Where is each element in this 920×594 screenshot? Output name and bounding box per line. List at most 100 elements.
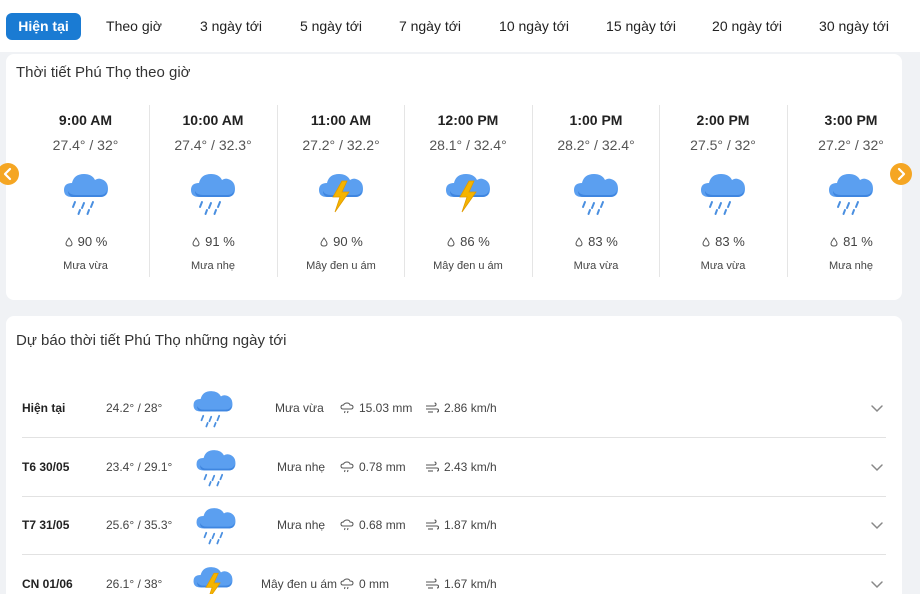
hour-description: Mây đen u ám xyxy=(306,260,376,272)
wind-icon xyxy=(425,402,439,414)
daily-row[interactable]: Hiện tại 24.2° / 28° Mưa vừa 15.03 mm 2.86 k… xyxy=(22,380,886,438)
hourly-item: 12:00 PM 28.1° / 32.4° 86 % Mây đen u ám xyxy=(404,105,531,277)
hourly-item: 11:00 AM 27.2° / 32.2° 90 % Mây đen u ám xyxy=(277,105,404,277)
tab-20-days[interactable]: 20 ngày tới xyxy=(703,13,791,40)
rain-cloud-icon xyxy=(193,501,239,547)
humidity-value: 86 % xyxy=(460,234,490,249)
thunder-cloud-icon xyxy=(442,167,494,217)
wind-value: 2.86 km/h xyxy=(444,401,497,415)
hour-temperature: 27.4° / 32° xyxy=(52,137,119,153)
hour-time: 11:00 AM xyxy=(310,112,372,128)
hour-description: Mưa nhẹ xyxy=(190,260,236,272)
hour-description: Mưa vừa xyxy=(63,260,108,272)
tab-current[interactable]: Hiện tại xyxy=(6,13,81,40)
prev-hour-button[interactable] xyxy=(0,163,19,185)
day-rainfall: 15.03 mm xyxy=(340,401,412,415)
day-description: Mưa nhẹ xyxy=(277,518,326,532)
forecast-tabs: Hiện tại Theo giờ 3 ngày tới 5 ngày tới … xyxy=(0,0,920,52)
wind-value: 1.67 km/h xyxy=(444,577,497,591)
hour-time: 3:00 PM xyxy=(824,112,878,128)
day-description: Mưa vừa xyxy=(275,401,324,415)
droplet-icon xyxy=(701,237,711,247)
chevron-down-icon[interactable] xyxy=(870,404,884,414)
daily-row[interactable]: CN 01/06 26.1° / 38° Mây đen u ám 0 mm 1.67 … xyxy=(22,556,886,594)
chevron-down-icon[interactable] xyxy=(870,521,884,531)
tab-3-days[interactable]: 3 ngày tới xyxy=(190,13,272,40)
humidity-value: 83 % xyxy=(715,234,745,249)
hour-humidity: 90 % xyxy=(278,234,404,249)
hour-description: Mưa nhẹ xyxy=(828,260,874,272)
tab-5-days[interactable]: 5 ngày tới xyxy=(290,13,372,40)
next-hour-button[interactable] xyxy=(890,163,912,185)
day-label: T7 31/05 xyxy=(22,518,70,532)
tab-30-days[interactable]: 30 ngày tới xyxy=(810,13,898,40)
rainfall-value: 15.03 mm xyxy=(359,401,413,415)
hour-temperature: 27.2° / 32.2° xyxy=(302,137,380,153)
rain-cloud-icon xyxy=(570,167,622,217)
tab-10-days[interactable]: 10 ngày tới xyxy=(490,13,578,40)
thunder-cloud-icon xyxy=(315,167,367,217)
day-label: CN 01/06 xyxy=(22,577,73,591)
rain-cloud-icon xyxy=(190,384,236,430)
hourly-item: 1:00 PM 28.2° / 32.4° 83 % Mưa vừa xyxy=(532,105,659,277)
chevron-right-icon xyxy=(897,167,906,181)
wind-value: 2.43 km/h xyxy=(444,460,497,474)
hour-temperature: 28.1° / 32.4° xyxy=(429,137,507,153)
hour-temperature: 27.4° / 32.3° xyxy=(174,137,252,153)
droplet-icon xyxy=(446,237,456,247)
rain-cloud-icon xyxy=(697,167,749,217)
wind-value: 1.87 km/h xyxy=(444,518,497,532)
day-wind: 1.87 km/h xyxy=(425,518,497,532)
droplet-icon xyxy=(574,237,584,247)
chevron-down-icon[interactable] xyxy=(870,463,884,473)
chevron-down-icon[interactable] xyxy=(870,580,884,590)
day-label: T6 30/05 xyxy=(22,460,70,474)
thunder-cloud-icon xyxy=(190,560,236,594)
hourly-item: 10:00 AM 27.4° / 32.3° 91 % Mưa nhẹ xyxy=(149,105,276,277)
hourly-item: 3:00 PM 27.2° / 32° 81 % Mưa nhẹ xyxy=(787,105,914,277)
day-wind: 2.86 km/h xyxy=(425,401,497,415)
daily-forecast-title: Dự báo thời tiết Phú Thọ những ngày tới xyxy=(16,332,287,349)
day-wind: 2.43 km/h xyxy=(425,460,497,474)
rain-cloud-icon xyxy=(825,167,877,217)
hour-time: 1:00 PM xyxy=(569,112,623,128)
wind-icon xyxy=(425,461,439,473)
rainfall-value: 0.78 mm xyxy=(359,460,406,474)
rainfall-value: 0 mm xyxy=(359,577,389,591)
day-temperature: 26.1° / 38° xyxy=(106,577,163,591)
rain-amount-icon xyxy=(340,519,354,531)
hourly-forecast-title: Thời tiết Phú Thọ theo giờ xyxy=(16,64,191,81)
tab-7-days[interactable]: 7 ngày tới xyxy=(389,13,471,40)
droplet-icon xyxy=(829,237,839,247)
chevron-left-icon xyxy=(3,167,12,181)
rain-amount-icon xyxy=(340,461,354,473)
droplet-icon xyxy=(319,237,329,247)
tab-hourly[interactable]: Theo giờ xyxy=(98,13,170,40)
hour-humidity: 83 % xyxy=(660,234,786,249)
rain-amount-icon xyxy=(340,578,354,590)
day-description: Mưa nhẹ xyxy=(277,460,326,474)
daily-row[interactable]: T6 30/05 23.4° / 29.1° Mưa nhẹ 0.78 mm 2.43 … xyxy=(22,439,886,497)
tab-15-days[interactable]: 15 ngày tới xyxy=(597,13,685,40)
daily-row[interactable]: T7 31/05 25.6° / 35.3° Mưa nhẹ 0.68 mm 1.87 … xyxy=(22,497,886,555)
droplet-icon xyxy=(191,237,201,247)
droplet-icon xyxy=(64,237,74,247)
day-wind: 1.67 km/h xyxy=(425,577,497,591)
wind-icon xyxy=(425,519,439,531)
wind-icon xyxy=(425,578,439,590)
day-description: Mây đen u ám xyxy=(261,577,338,591)
hourly-item: 9:00 AM 27.4° / 32° 90 % Mưa vừa xyxy=(22,105,149,277)
hour-time: 12:00 PM xyxy=(437,112,499,128)
hour-humidity: 81 % xyxy=(788,234,914,249)
humidity-value: 90 % xyxy=(77,234,108,249)
day-rainfall: 0 mm xyxy=(340,577,389,591)
hour-humidity: 83 % xyxy=(533,234,659,249)
hour-time: 2:00 PM xyxy=(696,112,750,128)
hour-description: Mưa vừa xyxy=(573,260,619,272)
rain-cloud-icon xyxy=(187,167,239,217)
day-temperature: 24.2° / 28° xyxy=(106,401,163,415)
day-rainfall: 0.78 mm xyxy=(340,460,406,474)
rain-cloud-icon xyxy=(60,167,112,217)
rain-cloud-icon xyxy=(193,443,239,489)
day-temperature: 23.4° / 29.1° xyxy=(106,460,173,474)
